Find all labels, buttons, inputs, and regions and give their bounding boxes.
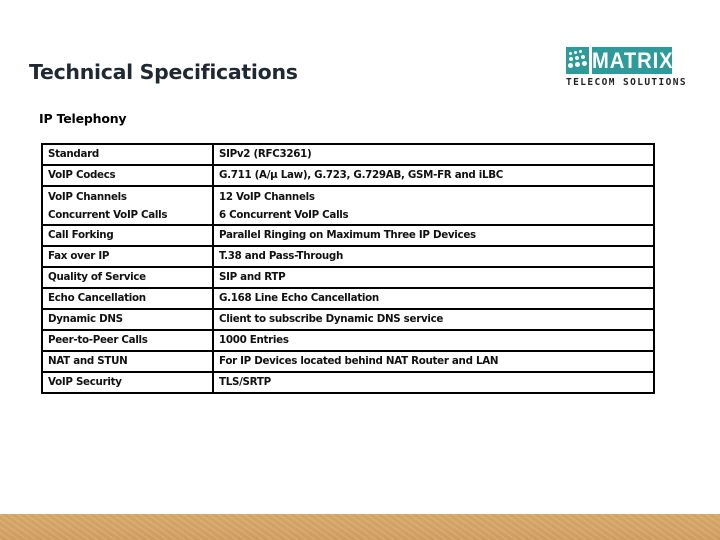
spec-label-cell: Echo Cancellation [41, 287, 214, 310]
spec-value-cell: 1000 Entries [212, 329, 655, 352]
table-row: VoIP Security TLS/SRTP [41, 371, 655, 394]
table-row: Dynamic DNS Client to subscribe Dynamic D… [41, 308, 655, 331]
spec-label-cell: NAT and STUN [41, 350, 214, 373]
spec-value: G.168 Line Echo Cancellation [219, 292, 379, 304]
section-title: IP Telephony [39, 111, 127, 126]
spec-value: SIPv2 (RFC3261) [219, 148, 312, 160]
table-row: Quality of Service SIP and RTP [41, 266, 655, 289]
spec-value-cell: G.168 Line Echo Cancellation [212, 287, 655, 310]
table-row: VoIP Codecs G.711 (A/µ Law), G.723, G.729… [41, 164, 655, 187]
spec-label-cell: VoIP Codecs [41, 164, 214, 187]
spec-value: Client to subscribe Dynamic DNS service [219, 313, 444, 325]
page-title: Technical Specifications [29, 60, 298, 84]
spec-value: TLS/SRTP [219, 376, 271, 388]
spec-label: Quality of Service [48, 271, 146, 283]
spec-label: VoIP Codecs [48, 169, 116, 181]
spec-value: 12 VoIP Channels [219, 190, 315, 203]
spec-label: Standard [48, 148, 99, 160]
matrix-logo: MATRIX TELECOM SOLUTIONS [566, 47, 686, 91]
spec-label: Dynamic DNS [48, 313, 123, 325]
spec-value-cell: T.38 and Pass-Through [212, 245, 655, 268]
spec-value-cell: 12 VoIP Channels 6 Concurrent VoIP Calls [212, 185, 655, 226]
spec-value-cell: Parallel Ringing on Maximum Three IP Dev… [212, 224, 655, 247]
spec-value-cell: SIPv2 (RFC3261) [212, 143, 655, 166]
spec-label: VoIP Channels [48, 190, 127, 203]
spec-value-cell: For IP Devices located behind NAT Router… [212, 350, 655, 373]
spec-value: 6 Concurrent VoIP Calls [219, 208, 349, 221]
spec-label-cell: Fax over IP [41, 245, 214, 268]
table-row: Echo Cancellation G.168 Line Echo Cancell… [41, 287, 655, 310]
spec-value-cell: SIP and RTP [212, 266, 655, 289]
spec-label: Call Forking [48, 229, 114, 241]
spec-value-cell: G.711 (A/µ Law), G.723, G.729AB, GSM-FR … [212, 164, 655, 187]
spec-label: Concurrent VoIP Calls [48, 208, 168, 221]
spec-label: Echo Cancellation [48, 292, 146, 304]
matrix-dots-icon [566, 47, 589, 74]
table-row: Peer-to-Peer Calls 1000 Entries [41, 329, 655, 352]
table-row: Fax over IP T.38 and Pass-Through [41, 245, 655, 268]
spec-label-cell: Call Forking [41, 224, 214, 247]
spec-value: Parallel Ringing on Maximum Three IP Dev… [219, 229, 476, 241]
spec-label-cell: Peer-to-Peer Calls [41, 329, 214, 352]
spec-value: For IP Devices located behind NAT Router… [219, 355, 499, 367]
spec-label-cell: Standard [41, 143, 214, 166]
spec-value: 1000 Entries [219, 334, 289, 346]
spec-table: Standard SIPv2 (RFC3261) VoIP Codecs G.711 … [41, 143, 655, 394]
spec-label-cell: Dynamic DNS [41, 308, 214, 331]
spec-value-cell: TLS/SRTP [212, 371, 655, 394]
spec-value-cell: Client to subscribe Dynamic DNS service [212, 308, 655, 331]
spec-value: T.38 and Pass-Through [219, 250, 343, 262]
spec-value: G.711 (A/µ Law), G.723, G.729AB, GSM-FR … [219, 169, 504, 181]
table-row: VoIP Channels Concurrent VoIP Calls 12 VoI… [41, 185, 655, 226]
spec-value: SIP and RTP [219, 271, 286, 283]
table-row: Call Forking Parallel Ringing on Maximum … [41, 224, 655, 247]
logo-box: MATRIX [566, 47, 679, 74]
spec-label: VoIP Security [48, 376, 122, 388]
spec-label: Fax over IP [48, 250, 110, 262]
spec-label: NAT and STUN [48, 355, 128, 367]
logo-wordmark: MATRIX [592, 47, 674, 74]
spec-label-cell: Quality of Service [41, 266, 214, 289]
table-row: NAT and STUN For IP Devices located behin… [41, 350, 655, 373]
footer-band [0, 514, 720, 540]
spec-table-body: Standard SIPv2 (RFC3261) VoIP Codecs G.711 … [41, 143, 655, 394]
table-row: Standard SIPv2 (RFC3261) [41, 143, 655, 166]
spec-label-cell: VoIP Security [41, 371, 214, 394]
logo-tagline: TELECOM SOLUTIONS [566, 77, 688, 88]
spec-label: Peer-to-Peer Calls [48, 334, 148, 346]
spec-label-cell: VoIP Channels Concurrent VoIP Calls [41, 185, 214, 226]
